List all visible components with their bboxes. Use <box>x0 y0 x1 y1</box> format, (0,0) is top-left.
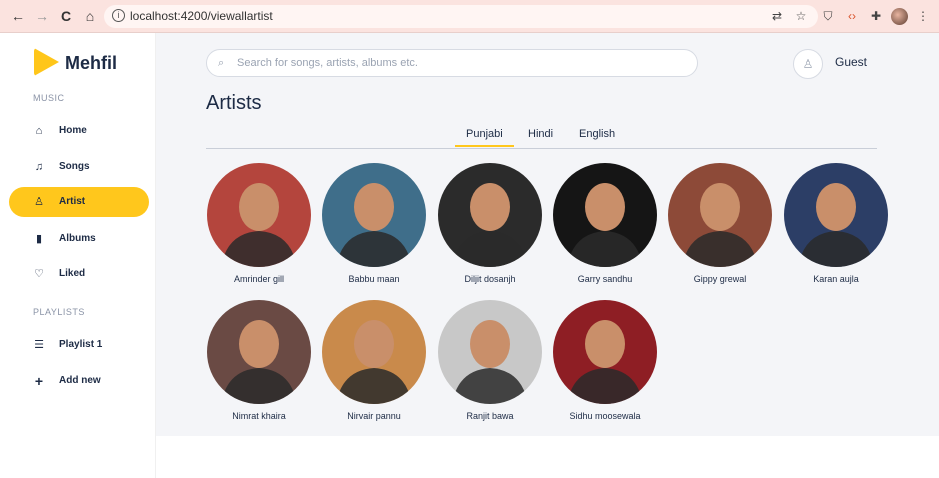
translate-icon[interactable]: ⇄ <box>769 8 785 24</box>
artist-name[interactable]: Nirvair pannu <box>312 411 436 421</box>
star-icon[interactable]: ☆ <box>793 8 809 24</box>
sidebar-item-add-new[interactable]: + Add new <box>9 366 149 396</box>
sidebar-item-label: Playlist 1 <box>59 339 103 350</box>
sidebar: Mehfil MUSIC ⌂ Home ♫ Songs ♙ Artist ▮ A… <box>0 33 156 478</box>
code-icon[interactable]: ‹› <box>844 8 860 24</box>
play-logo-icon <box>34 48 59 76</box>
sidebar-item-playlist-1[interactable]: ☰ Playlist 1 <box>9 330 149 360</box>
reload-icon[interactable]: C <box>56 6 76 26</box>
artist-card[interactable]: Amrinder gill <box>207 163 311 293</box>
artist-card[interactable]: Ranjit bawa <box>438 300 542 430</box>
artist-photo[interactable] <box>322 300 426 404</box>
artist-name[interactable]: Diljit dosanjh <box>428 274 552 284</box>
user-avatar-icon[interactable]: ♙ <box>793 49 823 79</box>
sidebar-item-liked[interactable]: ♡ Liked <box>9 259 149 289</box>
artist-card[interactable]: Nirvair pannu <box>322 300 426 430</box>
artist-photo[interactable] <box>668 163 772 267</box>
artist-name[interactable]: Gippy grewal <box>658 274 782 284</box>
url-text[interactable]: localhost:4200/viewallartist <box>130 9 273 23</box>
sidebar-item-artist[interactable]: ♙ Artist <box>9 187 149 217</box>
sidebar-item-label: Liked <box>59 268 86 279</box>
shield-icon[interactable]: ⛉ <box>820 8 836 24</box>
artist-name[interactable]: Nimrat khaira <box>197 411 321 421</box>
artist-photo[interactable] <box>207 300 311 404</box>
puzzle-icon[interactable]: ✚ <box>868 8 884 24</box>
sidebar-item-label: Artist <box>59 196 86 207</box>
artist-name[interactable]: Sidhu moosewala <box>543 411 667 421</box>
sidebar-item-label: Add new <box>59 375 101 386</box>
artist-name[interactable]: Babbu maan <box>312 274 436 284</box>
artist-photo[interactable] <box>438 300 542 404</box>
plus-icon: + <box>34 373 44 389</box>
music-note-icon: ♫ <box>34 161 44 173</box>
language-tabs: Punjabi Hindi English <box>206 127 877 149</box>
artist-card[interactable]: Nimrat khaira <box>207 300 311 430</box>
artist-photo[interactable] <box>207 163 311 267</box>
search-input[interactable] <box>237 55 677 71</box>
artist-name[interactable]: Amrinder gill <box>197 274 321 284</box>
page-title: Artists <box>206 92 262 114</box>
artist-photo[interactable] <box>553 163 657 267</box>
artist-name[interactable]: Garry sandhu <box>543 274 667 284</box>
section-label-playlists: PLAYLISTS <box>33 307 85 317</box>
artist-card[interactable]: Babbu maan <box>322 163 426 293</box>
search-bar[interactable]: ⌕ <box>206 49 698 77</box>
tab-hindi[interactable]: Hindi <box>528 128 553 145</box>
home-icon[interactable]: ⌂ <box>80 6 100 26</box>
back-arrow-icon[interactable]: ← <box>8 6 28 26</box>
search-icon: ⌕ <box>218 57 225 69</box>
artist-card[interactable]: Sidhu moosewala <box>553 300 657 430</box>
browser-toolbar: ← → C ⌂ i localhost:4200/viewallartist ⇄… <box>0 0 939 33</box>
artist-photo[interactable] <box>553 300 657 404</box>
sidebar-item-label: Home <box>59 125 87 136</box>
artist-card[interactable]: Diljit dosanjh <box>438 163 542 293</box>
sidebar-item-albums[interactable]: ▮ Albums <box>9 224 149 254</box>
person-icon: ♙ <box>34 196 44 208</box>
artist-photo[interactable] <box>784 163 888 267</box>
profile-avatar[interactable] <box>891 8 908 25</box>
tab-punjabi[interactable]: Punjabi <box>455 128 514 147</box>
menu-dots-icon[interactable]: ⋮ <box>915 8 931 24</box>
info-icon[interactable]: i <box>112 9 125 22</box>
list-icon: ☰ <box>34 339 44 351</box>
sidebar-item-label: Albums <box>59 233 96 244</box>
sidebar-item-home[interactable]: ⌂ Home <box>9 116 149 146</box>
forward-arrow-icon[interactable]: → <box>32 6 52 26</box>
artist-photo[interactable] <box>438 163 542 267</box>
main-content: ⌕ ♙ Guest Artists Punjabi Hindi English … <box>156 33 939 436</box>
artist-card[interactable]: Gippy grewal <box>668 163 772 293</box>
sidebar-item-songs[interactable]: ♫ Songs <box>9 152 149 182</box>
section-label-music: MUSIC <box>33 93 65 103</box>
brand-name[interactable]: Mehfil <box>65 53 117 74</box>
artist-name[interactable]: Ranjit bawa <box>428 411 552 421</box>
book-icon: ▮ <box>35 233 43 245</box>
artist-card[interactable]: Karan aujla <box>784 163 888 293</box>
sidebar-item-label: Songs <box>59 161 90 172</box>
heart-icon: ♡ <box>34 268 44 280</box>
artist-card[interactable]: Garry sandhu <box>553 163 657 293</box>
artist-photo[interactable] <box>322 163 426 267</box>
page-footer-space <box>156 436 939 478</box>
tab-english[interactable]: English <box>579 128 615 145</box>
home-icon: ⌂ <box>35 125 43 137</box>
artist-name[interactable]: Karan aujla <box>774 274 898 284</box>
user-name[interactable]: Guest <box>835 55 867 69</box>
